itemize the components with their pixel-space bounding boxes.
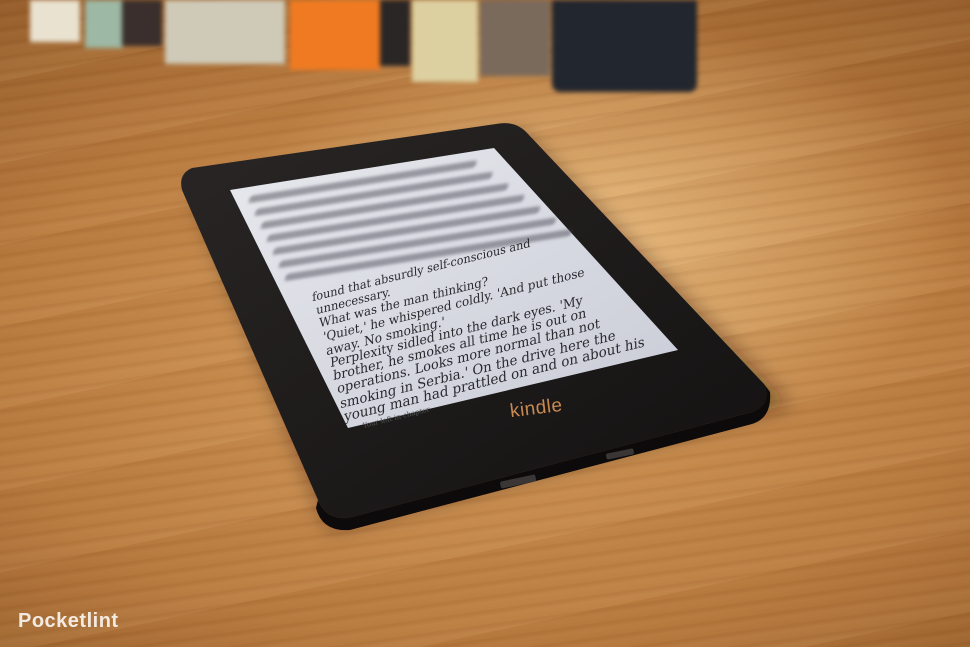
photo-scene: found that absurdly self-conscious and un… [0, 0, 970, 647]
watermark-logo: Pocketlint [18, 610, 119, 632]
screen-text: found that absurdly self-conscious and un… [0, 0, 970, 647]
